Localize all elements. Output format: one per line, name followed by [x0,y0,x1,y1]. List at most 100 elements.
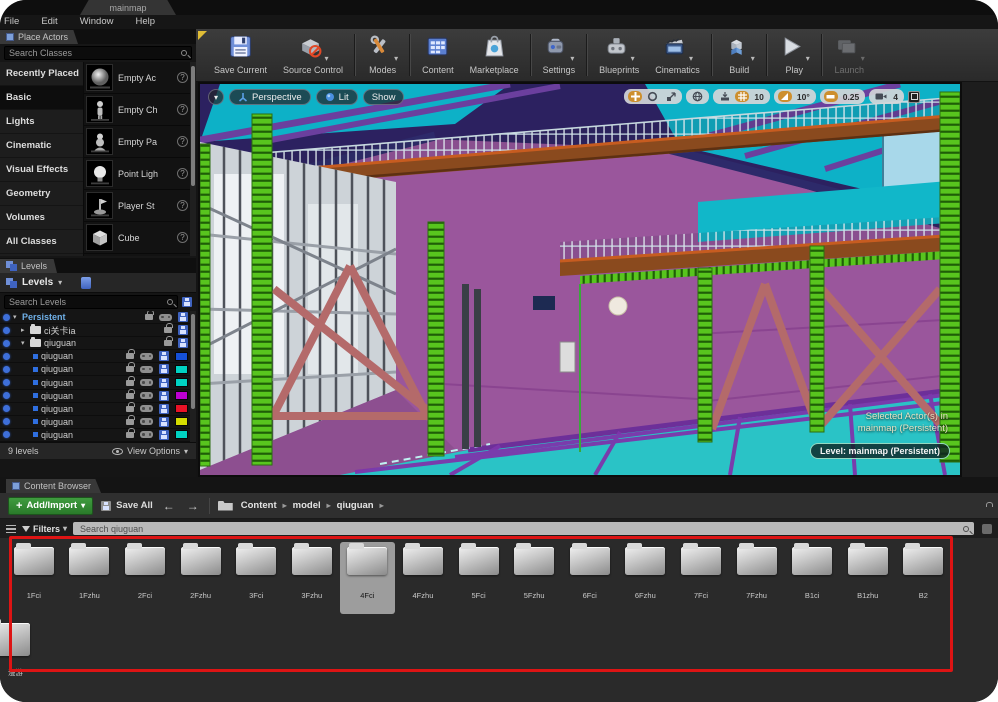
blueprints-button[interactable]: ▾Blueprints [591,35,647,75]
category-visual-effects[interactable]: Visual Effects [0,158,83,182]
lock-icon[interactable] [164,340,172,346]
lock-icon[interactable] [126,406,134,412]
blueprint-icon[interactable] [81,277,91,289]
level-color-swatch[interactable] [175,417,188,426]
grid-snap-value[interactable]: 10 [752,92,765,102]
viewport-scene[interactable] [200,84,960,475]
view-options-button[interactable]: View Options ▾ [112,446,188,456]
levels-scrollbar[interactable] [190,311,196,442]
lock-icon[interactable] [126,366,134,372]
save-icon[interactable] [159,364,169,374]
lock-icon[interactable] [164,327,172,333]
gamepad-icon[interactable] [140,405,153,412]
sources-panel-icon[interactable] [6,525,16,533]
category-geometry[interactable]: Geometry [0,182,83,206]
level-row[interactable]: ▸ci关卡ia [0,324,196,337]
search-levels-input[interactable] [9,297,167,307]
camera-icon[interactable] [873,91,888,102]
save-icon[interactable] [159,351,169,361]
visibility-icon[interactable] [3,405,10,412]
level-row[interactable]: qiuguan [0,416,196,429]
save-icon[interactable] [178,325,188,335]
perspective-button[interactable]: Perspective [229,89,311,105]
viewport-options-button[interactable]: ▾ [208,89,224,105]
build-button[interactable]: ▾Build [716,35,763,75]
visibility-icon[interactable] [3,327,10,334]
save-icon[interactable] [159,404,169,414]
tab-levels[interactable]: Levels [0,259,57,273]
folder-tile-5Fzhu[interactable]: 5Fzhu [506,542,562,614]
level-row[interactable]: qiuguan [0,363,196,376]
current-level-badge[interactable]: Level: mainmap (Persistent) [810,443,950,459]
level-tab-mainmap[interactable]: mainmap [80,0,176,15]
scale-snap-icon[interactable] [824,91,838,102]
folder-tile-7Fci[interactable]: 7Fci [673,542,729,614]
rotate-tool-icon[interactable] [645,91,660,102]
folder-tile-1Fci[interactable]: 1Fci [6,542,62,614]
actor-item-empty-pa[interactable]: Empty Pa? [84,126,196,158]
source-control-button[interactable]: ▾Source Control [275,35,351,75]
save-icon[interactable] [159,430,169,440]
play-button[interactable]: ▾Play [771,35,818,75]
scale-snap-value[interactable]: 0.25 [841,92,862,102]
folder-tile-3Fci[interactable]: 3Fci [228,542,284,614]
save-icon[interactable] [178,312,188,322]
levels-dropdown[interactable]: Levels [22,277,53,288]
visibility-icon[interactable] [3,379,10,386]
add-import-button[interactable]: + Add/Import ▾ [8,497,93,515]
view-settings-icon[interactable] [982,524,992,534]
rotation-snap-value[interactable]: 10° [795,92,812,102]
folder-tile-B1zhu[interactable]: B1zhu [840,542,896,614]
actor-item-empty-ac[interactable]: Empty Ac? [84,62,196,94]
save-current-button[interactable]: Save Current [206,35,275,75]
surface-snap-icon[interactable] [717,91,732,102]
rotation-snap-icon[interactable] [778,91,792,102]
show-button[interactable]: Show [363,89,405,105]
gamepad-icon[interactable] [140,418,153,425]
maximize-viewport-icon[interactable] [908,91,920,103]
folder-tile-2Fci[interactable]: 2Fci [117,542,173,614]
level-color-swatch[interactable] [175,365,188,374]
category-all-classes[interactable]: All Classes [0,230,83,254]
move-tool-icon[interactable] [628,91,642,102]
place-actors-scrollbar[interactable] [190,62,196,256]
lock-icon[interactable] [126,353,134,359]
lock-icon[interactable] [126,380,134,386]
modes-button[interactable]: ▾Modes [359,35,406,75]
visibility-icon[interactable] [3,418,10,425]
level-row[interactable]: qiuguan [0,390,196,403]
lock-icon[interactable] [145,314,153,320]
category-basic[interactable]: Basic [0,86,83,110]
folder-tile-4Fzhu[interactable]: 4Fzhu [395,542,451,614]
lock-icon[interactable] [126,419,134,425]
visibility-icon[interactable] [3,340,10,347]
folder-tile-4Fci[interactable]: 4Fci [340,542,396,614]
breadcrumb-model[interactable]: model [293,500,321,511]
level-row[interactable]: ▾qiuguan [0,337,196,350]
folder-tile-B2[interactable]: B2 [896,542,952,614]
folder-tile-B1ci[interactable]: B1ci [784,542,840,614]
expander-icon[interactable]: ▸ [21,326,30,334]
folder-tile-5Fci[interactable]: 5Fci [451,542,507,614]
lock-icon[interactable] [126,432,134,438]
folder-tile-3Fzhu[interactable]: 3Fzhu [284,542,340,614]
visibility-icon[interactable] [3,431,10,438]
save-icon[interactable] [159,417,169,427]
menu-item-help[interactable]: Help [124,15,166,29]
forward-arrow-button[interactable]: → [185,499,201,513]
gamepad-icon[interactable] [140,392,153,399]
save-all-button[interactable]: Save All [101,500,153,511]
actor-item-player-st[interactable]: Player St? [84,190,196,222]
visibility-icon[interactable] [3,366,10,373]
level-color-swatch[interactable] [175,430,188,439]
actor-item-point-ligh[interactable]: Point Ligh? [84,158,196,190]
lit-button[interactable]: Lit [316,89,358,105]
save-icon[interactable] [159,378,169,388]
level-row[interactable]: qiuguan [0,429,196,442]
level-color-swatch[interactable] [175,352,188,361]
gamepad-icon[interactable] [140,353,153,360]
scale-tool-icon[interactable] [663,91,678,102]
actor-item-empty-ch[interactable]: Empty Ch? [84,94,196,126]
category-lights[interactable]: Lights [0,110,83,134]
folder-tile-6Fci[interactable]: 6Fci [562,542,618,614]
